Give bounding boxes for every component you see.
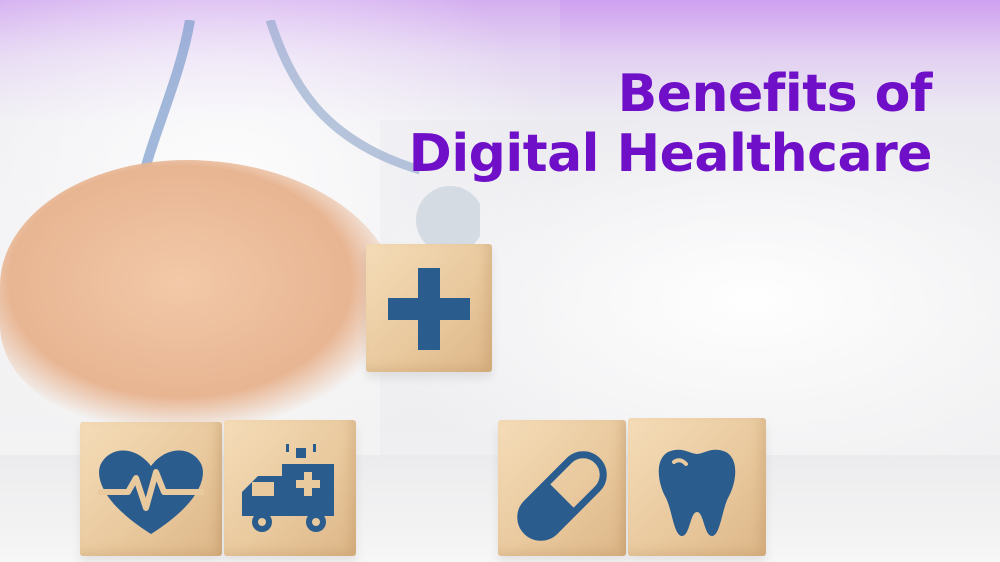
- heart-block: [80, 422, 222, 556]
- heartbeat-icon: [98, 450, 204, 534]
- headline: Benefits of Digital Healthcare: [292, 64, 933, 184]
- pill-capsule-icon: [517, 451, 607, 541]
- pill-block: [498, 420, 626, 556]
- ambulance-icon: [242, 444, 334, 532]
- cross-block: [366, 244, 492, 372]
- medical-cross-icon: [388, 268, 470, 350]
- headline-line-2: Digital Healthcare: [408, 124, 933, 184]
- headline-line-1: Benefits of: [617, 64, 933, 124]
- tooth-block: [628, 418, 766, 556]
- ambulance-block: [224, 420, 356, 556]
- hero-banner: Benefits of Digital Healthcare: [0, 0, 1000, 562]
- tooth-icon: [658, 449, 736, 536]
